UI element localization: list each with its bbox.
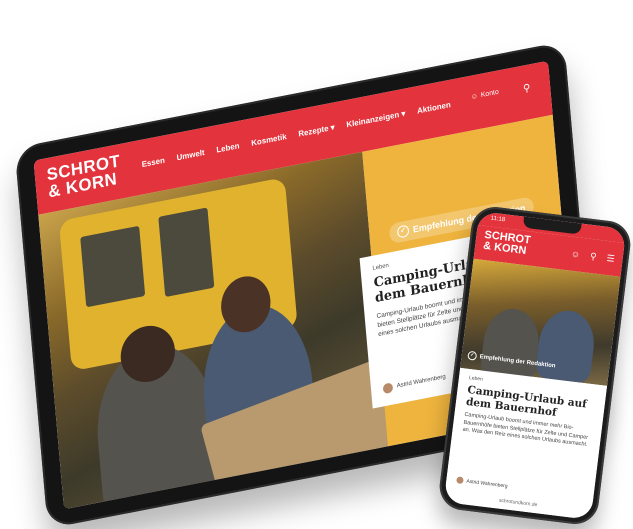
nav-item-umwelt[interactable]: Umwelt [176,148,205,162]
phone-screen: 11:18 SCHROT & KORN ☺ ⚲ ☰ ✓ Empfehlung d… [443,211,627,520]
like-icon: ✓ [467,350,478,361]
nav-item-aktionen[interactable]: Aktionen [417,100,451,116]
avatar [456,476,464,485]
user-icon: ☺ [470,92,479,102]
nav-item-leben[interactable]: Leben [216,141,240,155]
site-logo[interactable]: SCHROT & KORN [46,151,122,201]
account-link[interactable]: ☺ Konto [471,89,500,101]
search-icon[interactable]: ⚲ [589,251,597,263]
nav-item-essen[interactable]: Essen [141,156,165,170]
status-time: 11:18 [490,215,506,224]
user-icon[interactable]: ☺ [570,249,580,261]
search-icon[interactable]: ⚲ [523,83,531,95]
hero-photo [38,151,414,510]
like-icon: ✓ [396,224,410,239]
header-icons: ☺ ⚲ ☰ [570,249,615,265]
article-author: Astrid Wahrenberg [382,372,447,395]
nav-item-kleinanzeigen[interactable]: Kleinanzeigen ▾ [346,109,406,129]
nav-item-rezepte[interactable]: Rezepte ▾ [298,123,335,139]
avatar [382,382,394,395]
site-logo[interactable]: SCHROT & KORN [482,229,531,257]
nav-item-kosmetik[interactable]: Kosmetik [251,132,287,148]
menu-icon[interactable]: ☰ [606,253,615,265]
